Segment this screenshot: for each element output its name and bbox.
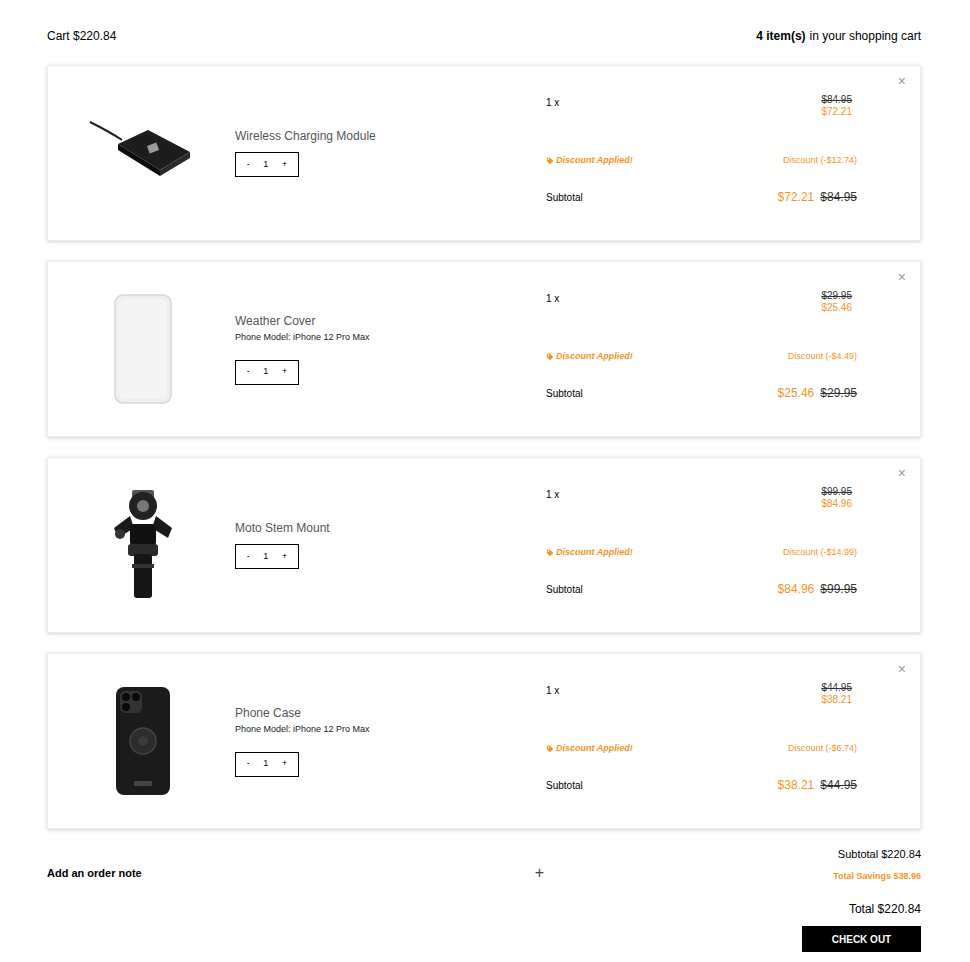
- pricing: 1 x$29.95$25.46Discount Applied!Discount…: [546, 262, 857, 436]
- product-image: [48, 654, 235, 828]
- pricing: 1 x$99.95$84.96Discount Applied!Discount…: [546, 458, 857, 632]
- increase-button[interactable]: +: [282, 757, 287, 771]
- item-count-number: 4 item(s): [756, 27, 805, 45]
- quantity-value[interactable]: 1: [263, 158, 268, 172]
- tag-icon: [546, 157, 554, 165]
- subtotal-price: $72.21: [778, 188, 815, 206]
- cart-footer: Add an order note + Subtotal $220.84 Total …: [47, 847, 921, 952]
- discount-label: Discount Applied!: [556, 350, 633, 364]
- quantity-value[interactable]: 1: [263, 757, 268, 771]
- original-price: $29.95: [821, 290, 852, 302]
- cart-items: Wireless Charging Module-1+1 x$84.95$72.…: [47, 65, 921, 829]
- cart-header: Cart $220.84 4 item(s) in your shopping ca…: [47, 29, 921, 43]
- cart-item: Phone Case Phone Model: iPhone 12 Pro Max…: [47, 653, 921, 829]
- discount-amount: Discount (-$14.99): [737, 546, 857, 560]
- product-name[interactable]: Weather Cover: [235, 314, 546, 328]
- discount-label: Discount Applied!: [556, 546, 633, 560]
- quantity-value[interactable]: 1: [263, 550, 268, 564]
- remove-button[interactable]: ×: [898, 270, 906, 286]
- tag-icon: [546, 549, 554, 557]
- quantity-label: 1 x: [546, 290, 737, 320]
- product-image: [48, 66, 235, 240]
- subtotal-original: $44.95: [820, 776, 857, 794]
- subtotal-price: $38.21: [778, 776, 815, 794]
- subtotal-price: $84.96: [778, 580, 815, 598]
- product-info: Weather Cover Phone Model: iPhone 12 Pro …: [235, 262, 546, 436]
- item-count-label: in your shopping cart: [810, 27, 921, 45]
- discount-label: Discount Applied!: [556, 742, 633, 756]
- quantity-stepper: -1 +: [235, 752, 299, 777]
- quantity-label: 1 x: [546, 94, 737, 124]
- increase-button[interactable]: +: [282, 158, 287, 172]
- subtotal-original: $29.95: [820, 384, 857, 402]
- product-name[interactable]: Phone Case: [235, 706, 546, 720]
- discounted-price: $25.46: [821, 302, 852, 314]
- remove-button[interactable]: ×: [898, 662, 906, 678]
- product-image: [48, 458, 235, 632]
- subtotal-label: Subtotal: [546, 582, 737, 597]
- item-count: 4 item(s) in your shopping cart: [756, 27, 921, 45]
- discount-amount: Discount (-$6.74): [737, 742, 857, 756]
- pricing: 1 x$84.95$72.21Discount Applied!Discount…: [546, 66, 857, 240]
- order-note-toggle[interactable]: +: [535, 861, 544, 885]
- decrease-button[interactable]: -: [247, 550, 250, 564]
- subtotal-price: $25.46: [778, 384, 815, 402]
- discounted-price: $38.21: [821, 694, 852, 706]
- product-variant: Phone Model: iPhone 12 Pro Max: [235, 331, 546, 343]
- quantity-value[interactable]: 1: [263, 365, 268, 379]
- discount-amount: Discount (-$4.49): [737, 350, 857, 364]
- checkout-button[interactable]: CHECK OUT: [802, 926, 921, 952]
- product-variant: Phone Model: iPhone 12 Pro Max: [235, 723, 546, 735]
- cart-item: Weather Cover Phone Model: iPhone 12 Pro …: [47, 261, 921, 437]
- subtotal-original: $99.95: [820, 580, 857, 598]
- cart-total: Cart $220.84: [47, 27, 116, 45]
- increase-button[interactable]: +: [282, 550, 287, 564]
- discount-label: Discount Applied!: [556, 154, 633, 168]
- order-note-label[interactable]: Add an order note: [47, 865, 142, 882]
- order-summary: Subtotal $220.84 Total Savings $38.96 Tota…: [802, 847, 921, 952]
- subtotal-label: Subtotal: [546, 386, 737, 401]
- increase-button[interactable]: +: [282, 365, 287, 379]
- product-info: Phone Case Phone Model: iPhone 12 Pro Max…: [235, 654, 546, 828]
- product-image: [48, 262, 235, 436]
- original-price: $44.95: [821, 682, 852, 694]
- product-info: Moto Stem Mount -1 +: [235, 458, 546, 632]
- original-price: $99.95: [821, 486, 852, 498]
- order-note: Add an order note +: [47, 847, 544, 885]
- discounted-price: $84.96: [821, 498, 852, 510]
- product-name[interactable]: Wireless Charging Module: [235, 129, 546, 143]
- subtotal-label: Subtotal: [546, 778, 737, 793]
- tag-icon: [546, 745, 554, 753]
- summary-subtotal: Subtotal $220.84: [838, 847, 921, 861]
- decrease-button[interactable]: -: [247, 365, 250, 379]
- cart-item: Wireless Charging Module-1+1 x$84.95$72.…: [47, 65, 921, 241]
- discounted-price: $72.21: [821, 106, 852, 118]
- quantity-label: 1 x: [546, 486, 737, 516]
- original-price: $84.95: [821, 94, 852, 106]
- pricing: 1 x$44.95$38.21Discount Applied!Discount…: [546, 654, 857, 828]
- quantity-label: 1 x: [546, 682, 737, 712]
- tag-icon: [546, 353, 554, 361]
- quantity-stepper: -1 +: [235, 544, 299, 569]
- quantity-stepper: -1 +: [235, 152, 299, 177]
- subtotal-original: $84.95: [820, 188, 857, 206]
- remove-button[interactable]: ×: [898, 74, 906, 90]
- subtotal-label: Subtotal: [546, 190, 737, 205]
- discount-amount: Discount (-$12.74): [737, 154, 857, 168]
- cart-item: Moto Stem Mount-1+1 x$99.95$84.96Discoun…: [47, 457, 921, 633]
- quantity-stepper: -1 +: [235, 360, 299, 385]
- summary-total: Total $220.84: [849, 902, 921, 916]
- product-name[interactable]: Moto Stem Mount: [235, 521, 546, 535]
- summary-savings: Total Savings $38.96: [833, 870, 921, 882]
- remove-button[interactable]: ×: [898, 466, 906, 482]
- decrease-button[interactable]: -: [247, 158, 250, 172]
- decrease-button[interactable]: -: [247, 757, 250, 771]
- product-info: Wireless Charging Module -1 +: [235, 66, 546, 240]
